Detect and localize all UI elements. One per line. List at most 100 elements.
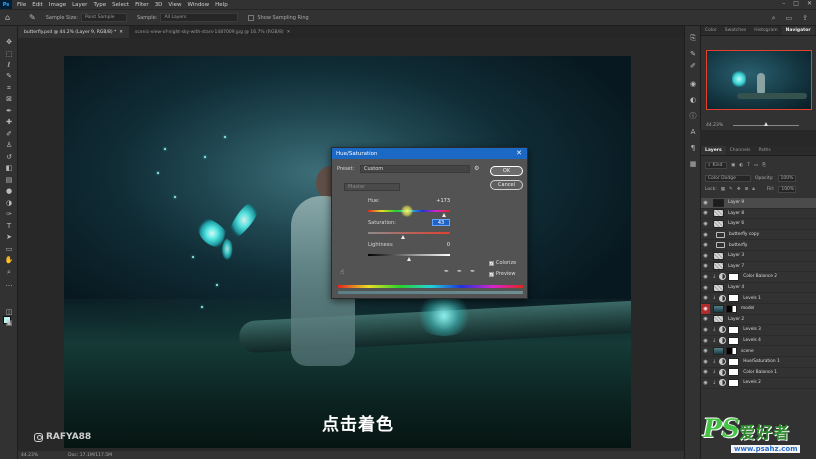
menu-3d[interactable]: 3D [155, 2, 163, 8]
minimize-icon[interactable]: – [782, 0, 785, 7]
tab-close-icon[interactable]: ✕ [287, 30, 291, 35]
paragraph-icon[interactable]: ¶ [688, 144, 698, 153]
pen-tool-icon[interactable]: ✑ [4, 210, 14, 218]
filter-type-icon[interactable]: T [747, 163, 750, 168]
search-icon[interactable]: ⌕ [772, 14, 776, 23]
layer-row[interactable]: ◉ Layer 7 [701, 262, 816, 273]
eyedropper-minus-icon[interactable]: ✒ [470, 268, 475, 275]
panel-tab-swatches[interactable]: Swatches [721, 26, 751, 35]
brush-settings-icon[interactable]: ✎ [688, 50, 698, 59]
history-icon[interactable]: ⎘ [688, 34, 698, 43]
layer-row[interactable]: ◉ ↓ Hue/Saturation 1 [701, 357, 816, 368]
info-icon[interactable]: ⓘ [688, 112, 698, 121]
filter-pixel-icon[interactable]: ▣ [731, 163, 735, 168]
layer-mask-thumbnail[interactable] [728, 368, 740, 377]
layer-mask-thumbnail[interactable] [728, 336, 740, 345]
panel-tab-paths[interactable]: Paths [754, 146, 774, 155]
menu-edit[interactable]: Edit [32, 2, 43, 8]
layer-row[interactable]: ◉ butterfly copy [701, 230, 816, 241]
eyedropper-tool-icon[interactable]: ✎ [29, 13, 36, 22]
maximize-icon[interactable]: □ [793, 0, 799, 7]
dialog-titlebar[interactable]: Hue/Saturation ✕ [332, 148, 527, 159]
menu-view[interactable]: View [168, 2, 181, 8]
visibility-eye-icon[interactable]: ◉ [701, 380, 710, 386]
saturation-slider-track[interactable] [368, 232, 450, 234]
gradient-tool-icon[interactable]: ▤ [4, 176, 14, 184]
eraser-tool-icon[interactable]: ◧ [4, 164, 14, 172]
layer-kind-select[interactable]: ⌕ Kind [705, 161, 727, 169]
eyedropper-tool-icon[interactable]: ✒ [4, 107, 14, 115]
colorize-option[interactable]: ✓ Colorize [489, 260, 516, 266]
path-selection-tool-icon[interactable]: ➤ [4, 233, 14, 241]
show-sampling-ring-checkbox[interactable] [248, 14, 255, 21]
character-icon[interactable]: A [688, 128, 698, 137]
menu-filter[interactable]: Filter [135, 2, 149, 8]
brushes-icon[interactable]: ✐ [688, 62, 698, 71]
visibility-eye-icon[interactable]: ◉ [701, 232, 710, 238]
frame-tool-icon[interactable]: ⊠ [4, 95, 14, 103]
document-tab[interactable]: scenic-view-of-night-sky-with-stars-1487… [129, 26, 296, 38]
ok-button[interactable]: OK [490, 166, 523, 176]
dodge-tool-icon[interactable]: ◑ [4, 199, 14, 207]
blend-mode-select[interactable]: Color Dodge [705, 174, 751, 182]
filter-smart-icon[interactable]: ⎘ [762, 162, 766, 168]
sample-size-select[interactable]: Point Sample [81, 13, 127, 22]
lightness-value[interactable]: 0 [432, 242, 450, 249]
panel-tab-color[interactable]: Color [701, 26, 721, 35]
navigator-preview[interactable] [706, 50, 812, 110]
filter-shape-icon[interactable]: ▭ [754, 163, 758, 168]
layer-row[interactable]: ◉ butterfly [701, 240, 816, 251]
navigator-zoom[interactable]: 44.23% [706, 123, 723, 128]
layer-row[interactable]: ◉ Layer 4 [701, 283, 816, 294]
cancel-button[interactable]: Cancel [490, 180, 523, 190]
menu-window[interactable]: Window [187, 2, 209, 8]
layer-mask-thumbnail[interactable] [726, 304, 737, 313]
lasso-tool-icon[interactable]: ℓ [4, 61, 14, 69]
adjustments-icon[interactable]: ◐ [688, 96, 698, 105]
share-icon[interactable]: ⇪ [802, 14, 808, 23]
layer-row[interactable]: ◉ Layer 2 [701, 315, 816, 326]
lightness-slider-track[interactable] [368, 254, 450, 256]
workspace-icon[interactable]: ▭ [786, 14, 793, 23]
lightness-slider-thumb[interactable] [406, 257, 411, 261]
lock-transparent-icon[interactable]: ▦ [721, 187, 725, 192]
lock-all-icon[interactable]: 🔒︎ [752, 186, 754, 192]
layer-row[interactable]: ◉ ↓ Levels 3 [701, 325, 816, 336]
colorize-checkbox[interactable]: ✓ [489, 260, 494, 266]
layer-mask-thumbnail[interactable] [728, 378, 740, 387]
visibility-eye-icon[interactable]: ◉ [701, 348, 710, 354]
preset-options-gear-icon[interactable]: ⚙ [474, 165, 479, 172]
targeted-adjustment-hand-icon[interactable]: ☝ [340, 268, 344, 276]
type-tool-icon[interactable]: T [4, 222, 14, 230]
more-tools-icon[interactable]: … [4, 280, 14, 288]
layer-row[interactable]: ◉ model [701, 303, 816, 315]
layer-mask-thumbnail[interactable] [726, 347, 737, 356]
visibility-eye-icon[interactable]: ◉ [701, 263, 710, 269]
eyedropper-icon[interactable]: ✒ [444, 268, 449, 275]
lock-image-icon[interactable]: ✎ [729, 187, 733, 192]
layer-row[interactable]: ◉ ↓ Levels 4 [701, 336, 816, 347]
tab-close-icon[interactable]: ✕ [119, 30, 123, 35]
marquee-tool-icon[interactable]: ⬚ [4, 50, 14, 58]
preview-checkbox[interactable]: ✓ [489, 271, 494, 277]
panel-tab-navigator[interactable]: Navigator [781, 26, 815, 35]
zoom-tool-icon[interactable]: ⌕ [4, 268, 14, 276]
home-icon[interactable]: ⌂ [5, 13, 15, 22]
menu-image[interactable]: Image [49, 2, 66, 8]
saturation-value[interactable]: 43 [432, 219, 450, 226]
panel-tab-histogram[interactable]: Histogram [750, 26, 781, 35]
status-zoom[interactable]: 44.23% [21, 453, 38, 458]
eyedropper-plus-icon[interactable]: ✒ [457, 268, 462, 275]
brush-tool-icon[interactable]: ✐ [4, 130, 14, 138]
layer-row[interactable]: ◉ ↓ Levels 1 [701, 293, 816, 304]
menu-type[interactable]: Type [93, 2, 106, 8]
visibility-eye-icon[interactable]: ◉ [701, 338, 710, 344]
blur-tool-icon[interactable]: ● [4, 187, 14, 195]
layer-row[interactable]: ◉ ↓ Levels 2 [701, 378, 816, 389]
visibility-eye-icon[interactable]: ◉ [701, 242, 710, 248]
visibility-eye-icon[interactable]: ◉ [701, 295, 710, 301]
healing-brush-tool-icon[interactable]: ✚ [4, 118, 14, 126]
visibility-eye-icon[interactable]: ◉ [701, 316, 710, 322]
visibility-eye-icon[interactable]: ◉ [701, 221, 710, 227]
hue-slider-thumb[interactable] [441, 213, 446, 217]
